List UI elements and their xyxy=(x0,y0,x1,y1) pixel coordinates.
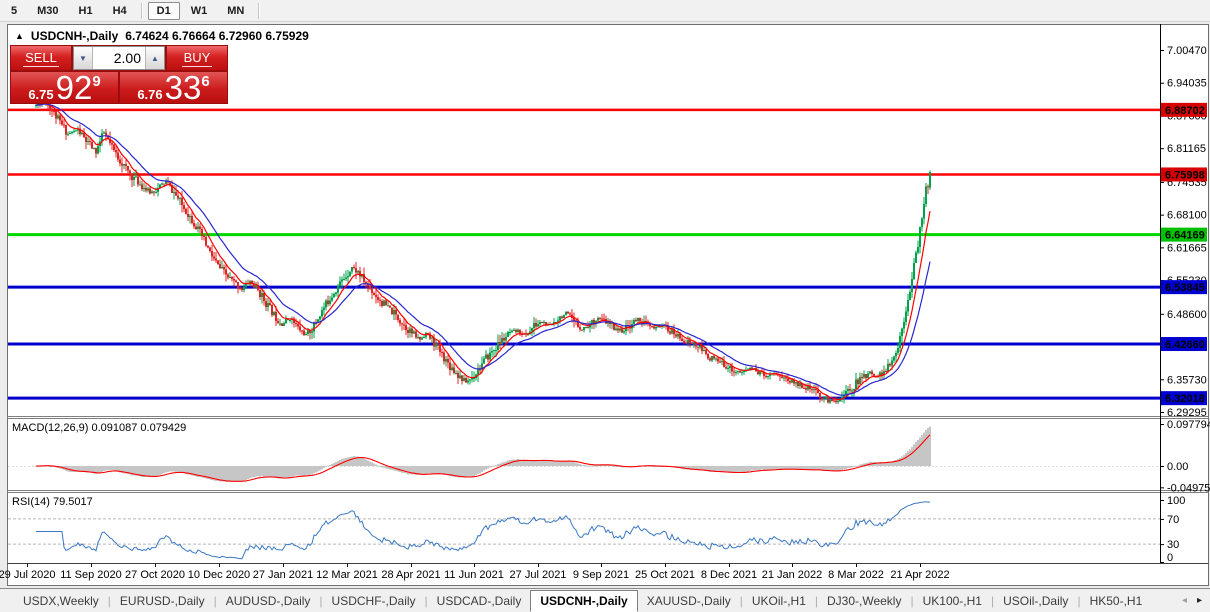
svg-text:6.68100: 6.68100 xyxy=(1167,210,1207,222)
chart-title: ▲ USDCNH-,Daily 6.74624 6.76664 6.72960 … xyxy=(15,29,309,43)
rsi-indicator-label: RSI(14) 79.5017 xyxy=(12,496,93,508)
one-click-trade-panel: SELL ▼ ▲ BUY 6.75 92 9 6.76 33 6 xyxy=(10,45,228,104)
svg-text:28 Apr 2021: 28 Apr 2021 xyxy=(381,569,440,581)
macd-indicator-label: MACD(12,26,9) 0.091087 0.079429 xyxy=(12,422,186,434)
chart-tab-hk50-h1[interactable]: HK50-,H1 xyxy=(1081,589,1152,612)
sell-button[interactable]: SELL xyxy=(11,46,71,70)
chart-tab-uk100-h1[interactable]: UK100-,H1 xyxy=(914,589,991,612)
svg-text:-0.049757: -0.049757 xyxy=(1167,482,1210,494)
toolbar-separator xyxy=(258,3,260,19)
svg-text:27 Oct 2020: 27 Oct 2020 xyxy=(125,569,185,581)
chart-tab-audusd-daily[interactable]: AUDUSD-,Daily xyxy=(217,589,320,612)
svg-text:9 Sep 2021: 9 Sep 2021 xyxy=(573,569,629,581)
svg-text:100: 100 xyxy=(1167,495,1185,507)
svg-text:10 Dec 2020: 10 Dec 2020 xyxy=(188,569,250,581)
svg-text:11 Jun 2021: 11 Jun 2021 xyxy=(444,569,504,581)
svg-text:6.32018: 6.32018 xyxy=(1165,393,1205,405)
svg-text:6.75998: 6.75998 xyxy=(1165,169,1205,181)
svg-text:7.00470: 7.00470 xyxy=(1167,45,1207,57)
buy-button[interactable]: BUY xyxy=(167,46,227,70)
timeframe-button-m30[interactable]: M30 xyxy=(28,2,67,20)
svg-text:70: 70 xyxy=(1167,514,1179,526)
ohlc-values: 6.74624 6.76664 6.72960 6.75929 xyxy=(125,29,309,43)
bid-price-panel[interactable]: 6.75 92 9 xyxy=(11,72,118,103)
svg-text:6.35730: 6.35730 xyxy=(1167,374,1207,386)
chart-tab-usdchf-daily[interactable]: USDCHF-,Daily xyxy=(323,589,425,612)
tabs-scroll-left-icon[interactable]: ◂ xyxy=(1182,595,1187,606)
svg-text:12 Mar 2021: 12 Mar 2021 xyxy=(316,569,378,581)
toolbar-separator xyxy=(141,3,143,19)
svg-text:6.42660: 6.42660 xyxy=(1165,339,1205,351)
chart-tab-eurusd-daily[interactable]: EURUSD-,Daily xyxy=(111,589,214,612)
svg-text:11 Sep 2020: 11 Sep 2020 xyxy=(60,569,122,581)
svg-text:6.94035: 6.94035 xyxy=(1167,78,1207,90)
ask-price-panel[interactable]: 6.76 33 6 xyxy=(120,72,227,103)
timeframe-button-h1[interactable]: H1 xyxy=(70,2,102,20)
tabs-scroll-right-icon[interactable]: ▸ xyxy=(1197,595,1202,606)
svg-text:0: 0 xyxy=(1167,552,1173,564)
bid-handle: 6.75 xyxy=(28,87,53,102)
ask-big-digits: 33 xyxy=(165,74,202,102)
chart-tab-usdcad-daily[interactable]: USDCAD-,Daily xyxy=(428,589,531,612)
svg-text:6.81165: 6.81165 xyxy=(1167,143,1206,155)
svg-text:8 Dec 2021: 8 Dec 2021 xyxy=(701,569,757,581)
svg-text:30: 30 xyxy=(1167,539,1179,551)
svg-text:29 Jul 2020: 29 Jul 2020 xyxy=(0,569,55,581)
chart-tab-usdx-weekly[interactable]: USDX,Weekly xyxy=(14,589,108,612)
svg-text:0.00: 0.00 xyxy=(1167,461,1188,473)
timeframe-button-d1[interactable]: D1 xyxy=(148,2,180,20)
svg-text:21 Jan 2022: 21 Jan 2022 xyxy=(762,569,823,581)
chart-tab-ukoil-h1[interactable]: UKOil-,H1 xyxy=(743,589,815,612)
svg-text:27 Jul 2021: 27 Jul 2021 xyxy=(510,569,567,581)
timeframe-button-mn[interactable]: MN xyxy=(218,2,253,20)
buy-button-label: BUY xyxy=(182,50,213,67)
timeframe-toolbar: 5M30H1H4 D1W1MN xyxy=(0,0,1210,22)
svg-text:6.88702: 6.88702 xyxy=(1165,105,1205,117)
chart-tab-usoil-daily[interactable]: USOil-,Daily xyxy=(994,589,1077,612)
chart-tabs: USDX,Weekly|EURUSD-,Daily|AUDUSD-,Daily|… xyxy=(14,589,1151,612)
svg-text:25 Oct 2021: 25 Oct 2021 xyxy=(635,569,695,581)
chart-tab-dj30-weekly[interactable]: DJ30-,Weekly xyxy=(818,589,910,612)
symbol-label: USDCNH-,Daily xyxy=(31,29,118,43)
timeframe-button-h4[interactable]: H4 xyxy=(104,2,136,20)
sell-button-label: SELL xyxy=(23,50,59,67)
svg-text:8 Mar 2022: 8 Mar 2022 xyxy=(828,569,884,581)
bid-big-digits: 92 xyxy=(56,74,93,102)
timeframe-button-5[interactable]: 5 xyxy=(2,2,26,20)
chart-tab-xauusd-daily[interactable]: XAUUSD-,Daily xyxy=(638,589,740,612)
ask-handle: 6.76 xyxy=(137,87,162,102)
volume-increase-button[interactable]: ▲ xyxy=(145,47,164,69)
svg-text:6.64169: 6.64169 xyxy=(1165,230,1205,242)
svg-text:0.097794: 0.097794 xyxy=(1167,419,1210,431)
volume-input[interactable] xyxy=(93,47,145,69)
ask-pip-digit: 6 xyxy=(201,73,209,90)
timeframe-button-w1[interactable]: W1 xyxy=(182,2,217,20)
svg-text:6.53845: 6.53845 xyxy=(1165,282,1205,294)
tab-scroll-controls: ◂ ▸ xyxy=(1182,589,1210,612)
svg-text:6.29295: 6.29295 xyxy=(1167,407,1207,419)
chart-tab-bar: USDX,Weekly|EURUSD-,Daily|AUDUSD-,Daily|… xyxy=(0,588,1210,612)
svg-text:6.48600: 6.48600 xyxy=(1167,309,1207,321)
svg-text:6.61665: 6.61665 xyxy=(1167,242,1207,254)
volume-stepper: ▼ ▲ xyxy=(73,46,165,70)
svg-text:21 Apr 2022: 21 Apr 2022 xyxy=(890,569,949,581)
volume-decrease-button[interactable]: ▼ xyxy=(74,47,93,69)
svg-text:27 Jan 2021: 27 Jan 2021 xyxy=(253,569,314,581)
chart-tab-usdcnh-daily[interactable]: USDCNH-,Daily xyxy=(530,590,637,612)
bid-pip-digit: 9 xyxy=(92,73,100,90)
collapse-chart-icon[interactable]: ▲ xyxy=(15,31,24,41)
